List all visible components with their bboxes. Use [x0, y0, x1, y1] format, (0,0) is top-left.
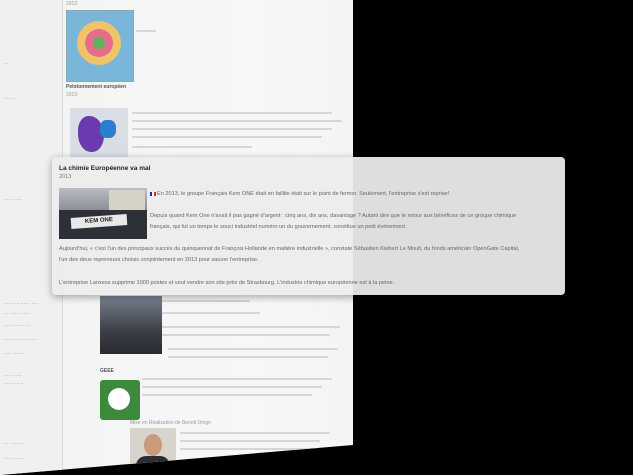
sidebar-line: ...... ........ [4, 455, 25, 461]
sidebar-line: ...... ...... [4, 196, 23, 202]
portrait-thumbnail[interactable] [130, 428, 176, 475]
sidebar-line: ...... ........ ... [4, 322, 31, 328]
sidebar-line: ..... ........ [4, 350, 24, 356]
item-a-title[interactable]: Pelotonnement européen [66, 84, 126, 90]
card-paragraph: français, qui fut un temps le souci indu… [150, 224, 407, 230]
protest-thumbnail[interactable] [100, 296, 162, 354]
item-a-year: 2013 [66, 92, 78, 98]
item-b-subtitle: Mise en Réalisation de Benoît Dnigo [130, 420, 211, 426]
article-card[interactable]: La chimie Européenne va mal 2013 KEM ONE… [52, 157, 565, 295]
card-paragraph: En 2013, le groupe Français Kem ONE étai… [150, 190, 449, 199]
sidebar-line: ... [4, 60, 9, 66]
card-paragraph: L'entreprise Lanxess supprime 1000 poste… [59, 280, 395, 286]
section-year: 2013 [66, 1, 78, 7]
sidebar-line: ........ .......... ..... [4, 300, 39, 306]
sidebar-line: ...... ...... [4, 372, 23, 378]
sidebar-line: ........ ..... [4, 380, 24, 386]
card-paragraph: l'un des deux repreneurs choisis conjoin… [59, 257, 259, 263]
sidebar-line: ........ [4, 95, 16, 101]
sidebar-line: ... .......... [4, 440, 24, 446]
card-photo: KEM ONE [59, 188, 147, 239]
diagram-thumbnail[interactable] [66, 10, 134, 82]
card-year: 2013 [59, 174, 72, 180]
item-b-title[interactable]: GEEE [100, 368, 114, 374]
map-thumbnail[interactable] [70, 108, 128, 158]
card-title: La chimie Européenne va mal [59, 165, 151, 172]
sidebar-line: ........ ..... ......... [4, 336, 38, 342]
card-paragraph: Aujourd'hui, « c'est l'un des principaux… [59, 246, 520, 252]
card-paragraph: Depuis quand Kem One n'avait il pas gagn… [150, 213, 517, 219]
logo-thumbnail[interactable] [100, 380, 140, 420]
sidebar-line: ... ...... ........ [4, 310, 31, 316]
france-flag-icon [150, 191, 156, 196]
